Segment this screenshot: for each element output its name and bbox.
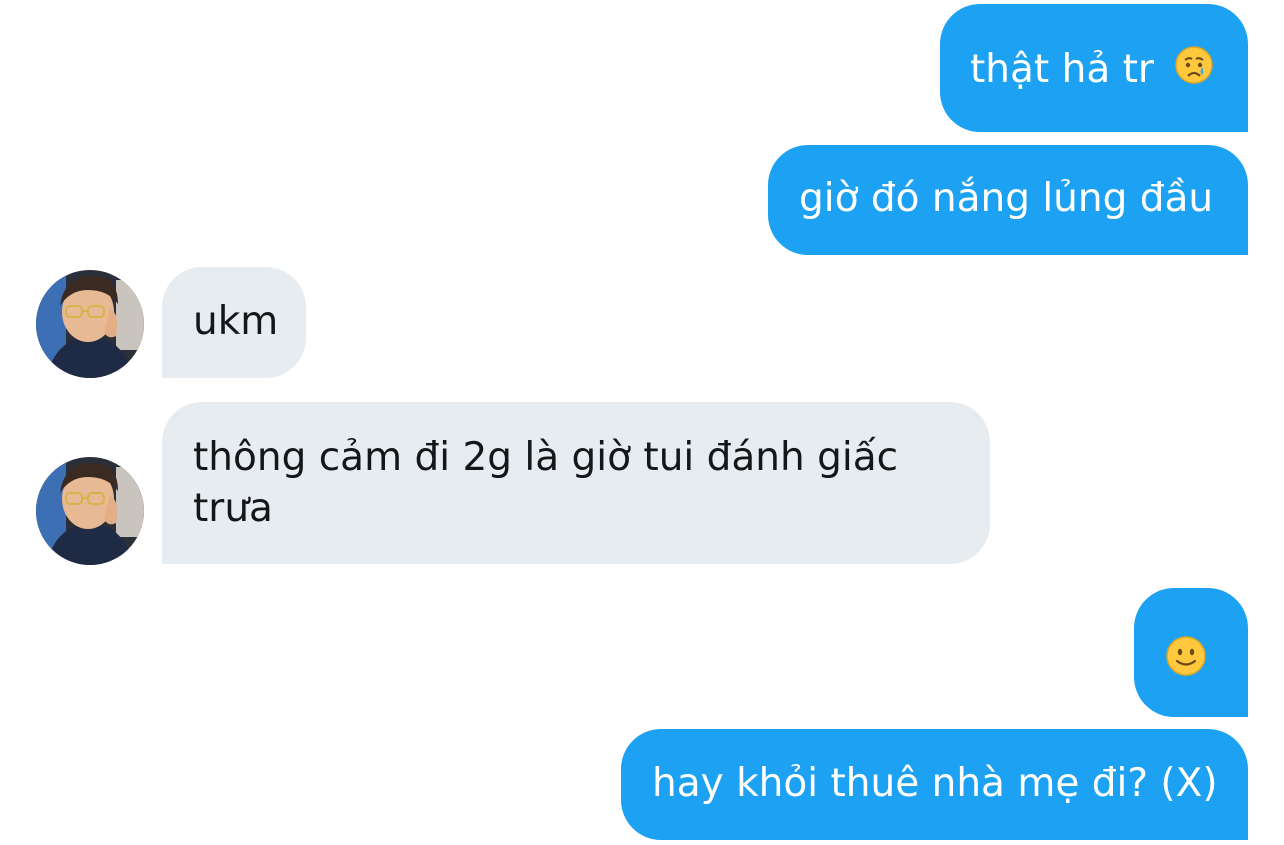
message-text-line: trưa: [193, 486, 273, 531]
message-text: thật hả tr: [970, 47, 1154, 92]
received-message-bubble[interactable]: ukm: [162, 267, 306, 378]
crying-face-icon: [1174, 45, 1214, 98]
message-text: hay khỏi thuê nhà mẹ đi? (X): [652, 761, 1218, 806]
sent-message-bubble[interactable]: [1134, 588, 1248, 717]
contact-avatar[interactable]: [36, 270, 144, 378]
contact-avatar[interactable]: [36, 457, 144, 565]
slightly-smiling-face-icon: [1165, 635, 1207, 690]
sent-message-bubble[interactable]: hay khỏi thuê nhà mẹ đi? (X): [621, 729, 1248, 840]
message-text: giờ đó nắng lủng đầu: [799, 176, 1214, 221]
received-message-bubble[interactable]: thông cảm đi 2g là giờ tui đánh giấc trư…: [162, 402, 990, 564]
chat-thread: thật hả tr giờ đó nắng lủng đầu ukm thôn…: [0, 0, 1284, 845]
sent-message-bubble[interactable]: thật hả tr: [940, 4, 1248, 132]
sent-message-bubble[interactable]: giờ đó nắng lủng đầu: [768, 145, 1248, 255]
message-text-line: thông cảm đi 2g là giờ tui đánh giấc: [193, 435, 899, 480]
message-text: ukm: [193, 299, 279, 344]
